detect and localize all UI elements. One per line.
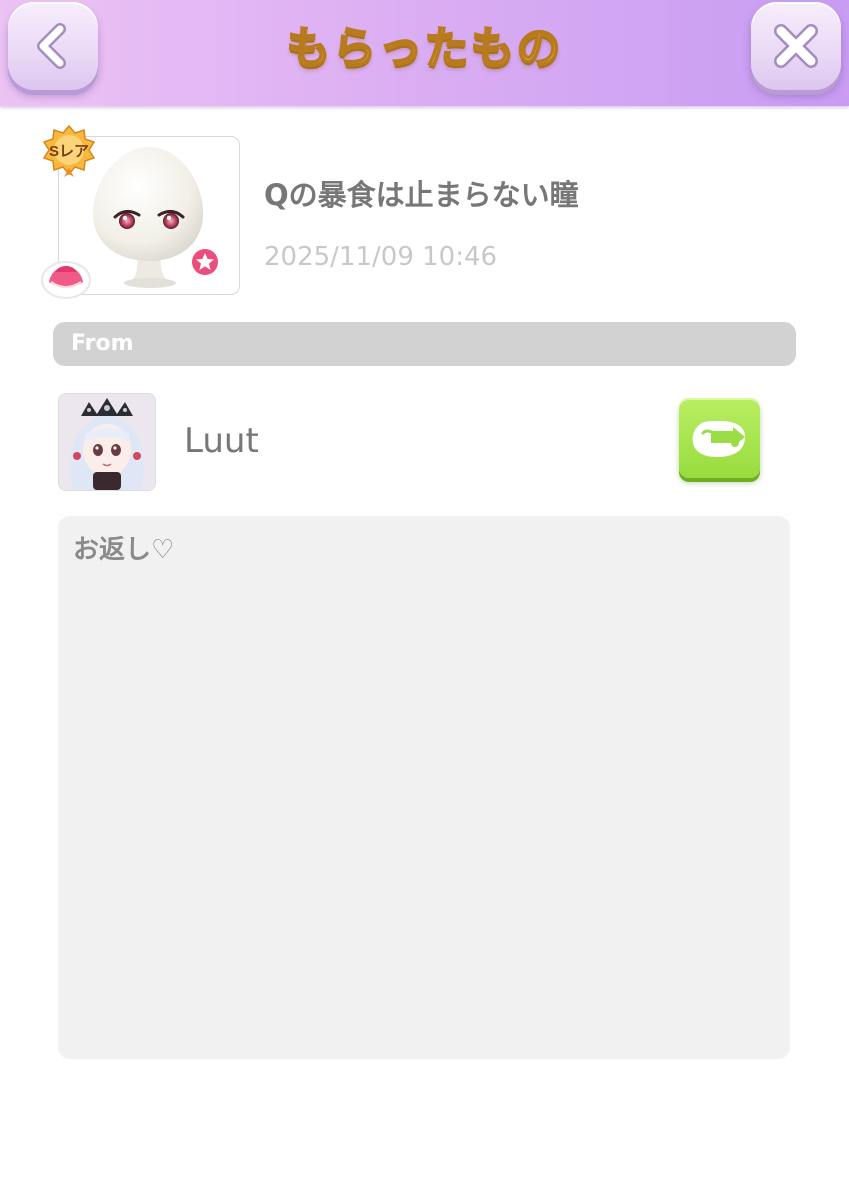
item-name: Qの暴食は止まらない瞳 [264, 178, 579, 212]
message-text: お返し♡ [73, 535, 175, 565]
clothing-category-icon [39, 250, 93, 306]
gift-detail-screen: もらったもの Sレア Qの暴食は止まらない瞳 2025/11/09 10:46 … [0, 0, 849, 1200]
from-section-header: From [53, 322, 796, 366]
reply-gift-icon [692, 421, 745, 457]
rarity-badge: Sレア [40, 124, 98, 182]
favorite-star-icon [190, 247, 220, 281]
close-x-icon [774, 24, 818, 68]
message-box: お返し♡ [58, 516, 790, 1059]
rarity-label: Sレア [49, 143, 89, 160]
avatar-image [59, 394, 155, 490]
sender-avatar[interactable] [58, 393, 156, 491]
reply-gift-button[interactable] [679, 398, 760, 478]
received-date: 2025/11/09 10:46 [264, 242, 498, 272]
header-bar: もらったもの [0, 0, 849, 106]
page-title: もらったもの [286, 22, 563, 75]
from-label: From [71, 331, 134, 356]
close-button[interactable] [751, 2, 841, 90]
sender-name: Luut [184, 421, 259, 461]
